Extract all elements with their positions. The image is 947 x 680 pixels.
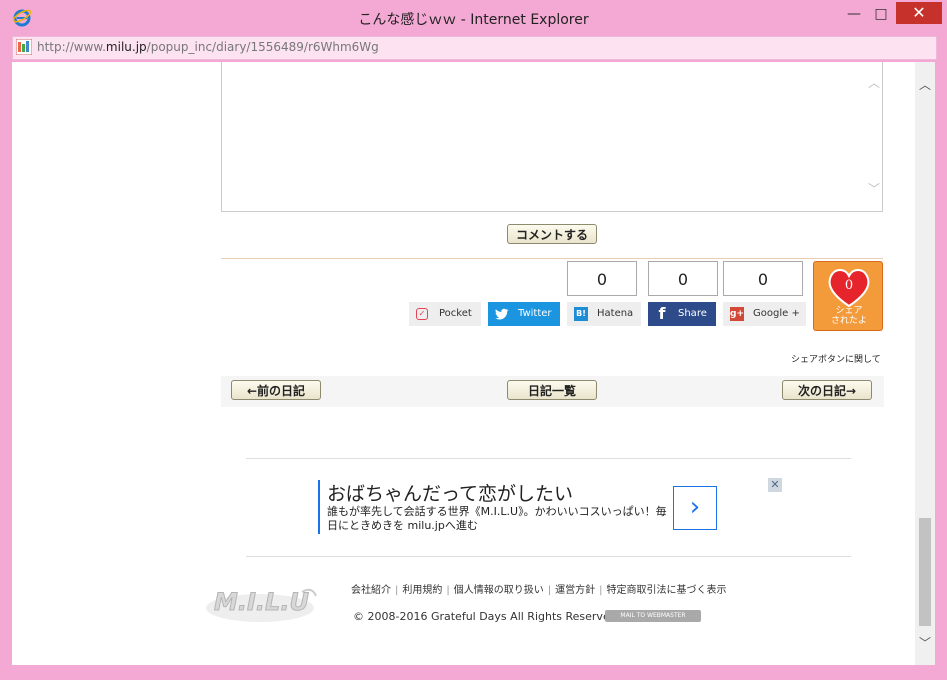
share-badge-line-1: シェア [835,306,863,316]
share-count-badge[interactable]: 0 シェア されたよ [813,261,883,331]
twitter-label: Twitter [518,308,552,319]
footer-link-privacy[interactable]: 個人情報の取り扱い [454,585,544,596]
next-diary-button[interactable]: 次の日記→ [782,380,872,400]
google-label: Google + [753,308,800,319]
ad-description[interactable]: 誰もが率先して会話する世界《M.I.L.U》。かわいいコスいっぱい！毎日にときめ… [327,505,667,533]
divider [221,258,883,259]
divider [246,556,851,557]
share-badge-text: シェア されたよ [814,306,884,326]
hatena-button[interactable]: B! Hatena [567,302,641,326]
advertisement[interactable]: おばちゃんだって恋がしたい 誰もが率先して会話する世界《M.I.L.U》。かわい… [318,478,788,536]
page-scrollbar[interactable]: ︿ ﹀ [915,62,935,665]
copyright-text: © 2008-2016 Grateful Days All Rights Res… [353,610,621,623]
textarea-scroll-up-icon[interactable]: ︿ [868,74,880,91]
minimize-button[interactable]: — [842,4,866,24]
address-bar[interactable]: http://www.milu.jp/popup_inc/diary/15564… [12,36,937,60]
scroll-down-icon[interactable]: ﹀ [915,634,935,650]
google-plus-icon: g+ [730,307,744,321]
comment-textarea[interactable]: ︿ ﹀ [221,62,883,212]
close-button[interactable]: ✕ [896,2,942,24]
footer-link-commerce-law[interactable]: 特定商取引法に基づく表示 [607,585,727,596]
footer-link-company[interactable]: 会社紹介 [351,585,391,596]
ad-close-icon[interactable]: ✕ [768,478,782,492]
logo-text: M.I.L.U [214,588,309,616]
url-domain: milu.jp [105,40,147,54]
facebook-icon: f [658,304,666,323]
pocket-button[interactable]: ✓ Pocket [409,302,481,326]
facebook-count: 0 [648,261,718,296]
site-favicon-icon [16,39,32,55]
footer-links: 会社紹介 | 利用規約 | 個人情報の取り扱い | 運営方針 | 特定商取引法に基づく表示 [351,585,727,596]
textarea-scroll-down-icon[interactable]: ﹀ [868,180,880,197]
divider [246,458,851,459]
share-badge-count: 0 [844,278,854,293]
window-title: こんな感じｗｗ - Internet Explorer [358,12,589,28]
title-bar: こんな感じｗｗ - Internet Explorer — □ ✕ [0,0,947,34]
browser-window: こんな感じｗｗ - Internet Explorer — □ ✕ http:/… [0,0,947,680]
mail-webmaster-button[interactable]: MAIL TO WEBMASTER [605,610,701,622]
google-count: 0 [723,261,803,296]
twitter-button[interactable]: Twitter [488,302,560,326]
scroll-up-icon[interactable]: ︿ [915,76,935,92]
footer-link-terms[interactable]: 利用規約 [402,585,442,596]
ad-accent-bar [318,480,320,534]
footer-link-policy[interactable]: 運営方針 [555,585,595,596]
facebook-share-button[interactable]: f Share [648,302,716,326]
google-plus-button[interactable]: g+ Google + [723,302,806,326]
scroll-thumb[interactable] [919,518,931,626]
ad-title[interactable]: おばちゃんだって恋がしたい [327,479,573,506]
pocket-icon: ✓ [416,308,428,320]
hatena-bookmark-icon: B! [574,307,588,321]
hatena-label: Hatena [597,308,634,319]
ad-arrow-icon[interactable]: › [673,486,717,530]
milu-logo: M.I.L.U [206,588,317,622]
url-prefix: http://www. [37,40,106,54]
page-content: ︿ ﹀ コメントする 0 0 0 ✓ Pocket Twitter B! Hat… [12,62,915,665]
share-about-link[interactable]: シェアボタンに関して [791,352,881,365]
facebook-label: Share [678,308,707,319]
maximize-button[interactable]: □ [869,4,893,24]
comment-submit-button[interactable]: コメントする [507,224,597,244]
url-text[interactable]: http://www.milu.jp/popup_inc/diary/15564… [37,40,379,54]
pocket-label: Pocket [439,308,472,319]
url-path: /popup_inc/diary/1556489/r6Whm6Wg [146,40,379,54]
twitter-bird-icon [495,308,509,320]
prev-diary-button[interactable]: ←前の日記 [231,380,321,400]
share-badge-line-2: されたよ [830,316,867,326]
hatena-count: 0 [567,261,637,296]
window-bottom-border [0,665,947,680]
diary-list-button[interactable]: 日記一覧 [507,380,597,400]
